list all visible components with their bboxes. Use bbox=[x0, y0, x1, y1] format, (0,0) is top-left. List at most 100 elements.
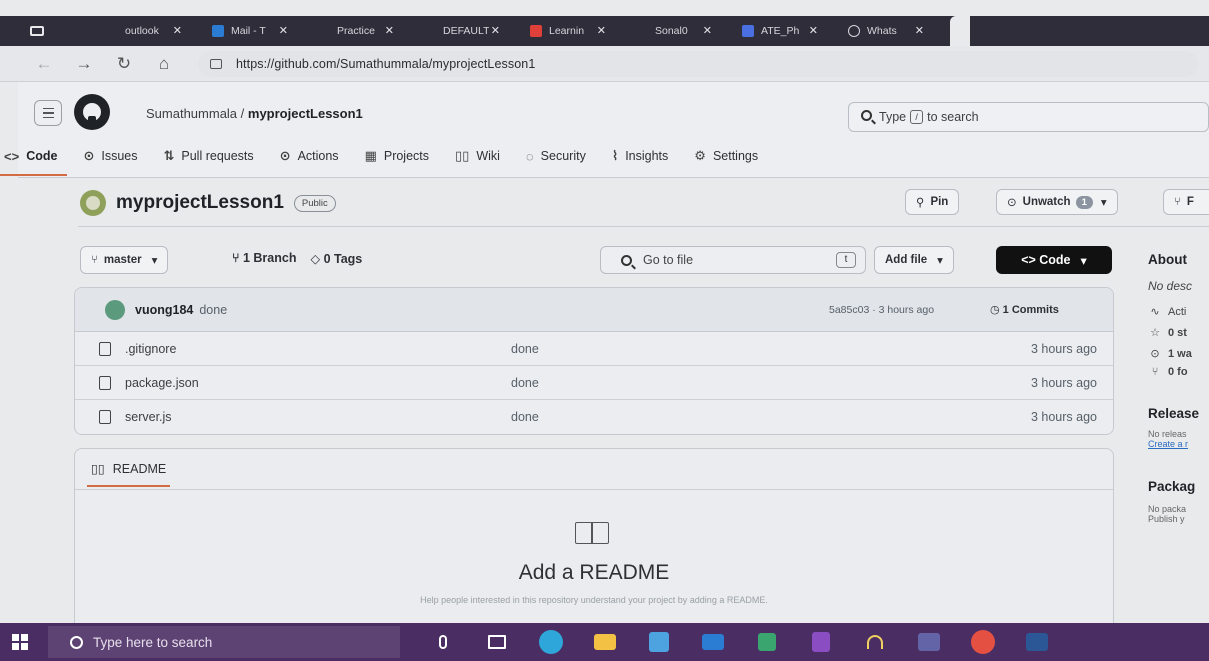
tab-actions[interactable]: ⊙ Actions bbox=[280, 144, 339, 168]
search-icon bbox=[861, 110, 872, 121]
browser-tab[interactable]: Mail - T ✕ bbox=[208, 16, 314, 46]
browser-tab[interactable]: ATE_Ph ✕ bbox=[738, 16, 844, 46]
active-browser-tab[interactable] bbox=[950, 16, 970, 46]
releases-heading[interactable]: Release bbox=[1148, 406, 1209, 421]
commits-link[interactable]: ◷ 1 Commits bbox=[990, 303, 1059, 316]
tab-issues[interactable]: ⊙ Issues bbox=[83, 144, 137, 168]
home-icon[interactable]: ⌂ bbox=[144, 54, 184, 74]
tab-projects[interactable]: ▦ Projects bbox=[365, 144, 429, 168]
refresh-icon[interactable]: ↻ bbox=[104, 54, 144, 74]
add-file-button[interactable]: Add file ▾ bbox=[874, 246, 954, 274]
app-icon[interactable] bbox=[740, 623, 794, 661]
file-commit-message[interactable]: done bbox=[511, 410, 539, 424]
browser-tab[interactable]: Learnin ✕ bbox=[526, 16, 632, 46]
onenote-icon[interactable] bbox=[794, 623, 848, 661]
store-icon[interactable] bbox=[632, 623, 686, 661]
browser-tab[interactable]: Practice ✕ bbox=[314, 16, 420, 46]
search-input[interactable]: Type / to search bbox=[848, 102, 1209, 132]
tab-pull-requests[interactable]: ⇅ Pull requests bbox=[163, 144, 253, 168]
close-icon[interactable]: ✕ bbox=[703, 24, 712, 37]
browser-tab[interactable]: outlook ✕ bbox=[102, 16, 208, 46]
file-commit-message[interactable]: done bbox=[511, 376, 539, 390]
microphone-icon[interactable] bbox=[416, 623, 470, 661]
file-explorer-icon[interactable] bbox=[578, 623, 632, 661]
close-icon[interactable]: ✕ bbox=[809, 24, 818, 37]
commit-author[interactable]: vuong184 bbox=[135, 303, 193, 317]
browser-tab[interactable]: Sonal0 ✕ bbox=[632, 16, 738, 46]
back-icon[interactable]: ← bbox=[24, 54, 64, 74]
headset-icon[interactable] bbox=[848, 623, 902, 661]
url-text[interactable]: https://github.com/Sumathummala/myprojec… bbox=[236, 57, 535, 71]
pin-button[interactable]: ⚲ Pin bbox=[905, 189, 960, 215]
eye-icon: ⊙ bbox=[1007, 197, 1017, 209]
browser-tab[interactable]: Whats ✕ bbox=[844, 16, 950, 46]
breadcrumb: Sumathummala / myprojectLesson1 bbox=[146, 106, 363, 121]
repo-link[interactable]: myprojectLesson1 bbox=[248, 106, 363, 121]
close-icon[interactable]: ✕ bbox=[385, 24, 394, 37]
task-view-icon[interactable] bbox=[470, 623, 524, 661]
goto-file-input[interactable]: Go to file bbox=[600, 246, 866, 274]
tab-actions-icon[interactable] bbox=[30, 26, 44, 36]
chevron-down-icon: ▾ bbox=[151, 255, 158, 267]
doc-icon bbox=[742, 25, 754, 37]
branch-icon: ⑂ bbox=[232, 251, 243, 265]
close-icon[interactable]: ✕ bbox=[915, 24, 924, 37]
tab-settings[interactable]: ⚙ Settings bbox=[694, 144, 758, 168]
stars-link[interactable]: ☆ 0 st bbox=[1148, 326, 1209, 340]
close-icon[interactable]: ✕ bbox=[279, 24, 288, 37]
create-release-link[interactable]: Create a r bbox=[1148, 439, 1209, 449]
no-description: No desc bbox=[1148, 279, 1193, 293]
close-icon[interactable]: ✕ bbox=[173, 24, 182, 37]
owner-link[interactable]: Sumathummala bbox=[146, 106, 237, 121]
menu-icon[interactable] bbox=[34, 100, 62, 126]
avatar[interactable] bbox=[105, 299, 125, 320]
github-logo-icon[interactable] bbox=[74, 94, 110, 130]
avatar[interactable] bbox=[80, 190, 106, 216]
tab-wiki[interactable]: ▯▯ Wiki bbox=[455, 144, 500, 168]
branch-select[interactable]: ⑂ master ▾ bbox=[80, 246, 169, 274]
edge-icon[interactable] bbox=[524, 623, 578, 661]
code-button[interactable]: <> Code ▾ bbox=[996, 246, 1112, 274]
table-row[interactable]: .gitignore done 3 hours ago bbox=[75, 332, 1113, 366]
unwatch-button[interactable]: ⊙ Unwatch 1 ▾ bbox=[996, 189, 1118, 215]
mail-icon[interactable] bbox=[686, 623, 740, 661]
file-icon bbox=[99, 375, 111, 390]
close-icon[interactable]: ✕ bbox=[491, 24, 500, 37]
taskbar-search-input[interactable]: Type here to search bbox=[48, 626, 400, 658]
tab-code[interactable]: <> Code bbox=[0, 144, 68, 176]
readme-tab[interactable]: ▯▯ README bbox=[86, 461, 171, 487]
packages-heading[interactable]: Packag bbox=[1148, 479, 1209, 494]
table-row[interactable]: package.json done 3 hours ago bbox=[75, 366, 1113, 400]
readme-subtitle: Help people interested in this repositor… bbox=[420, 595, 768, 605]
taskbar: Type here to search bbox=[0, 623, 1209, 661]
windows-start-icon[interactable] bbox=[12, 634, 28, 650]
commit-message[interactable]: done bbox=[199, 303, 227, 317]
browser-tab[interactable]: DEFAULT ✕ bbox=[420, 16, 526, 46]
file-name[interactable]: .gitignore bbox=[125, 342, 176, 356]
teams-icon[interactable] bbox=[902, 623, 956, 661]
tab-security[interactable]: ◌ Security bbox=[526, 144, 586, 168]
file-name[interactable]: package.json bbox=[125, 376, 199, 390]
visibility-badge: Public bbox=[293, 194, 336, 212]
table-row[interactable]: server.js done 3 hours ago bbox=[75, 400, 1113, 434]
file-commit-message[interactable]: done bbox=[511, 342, 539, 356]
no-packages: No packa bbox=[1148, 504, 1187, 514]
word-icon[interactable] bbox=[1010, 623, 1064, 661]
page-icon bbox=[424, 25, 436, 37]
url-field[interactable]: https://github.com/Sumathummala/myprojec… bbox=[198, 50, 1198, 77]
commit-hash[interactable]: 5a85c03 · 3 hours ago bbox=[829, 304, 934, 316]
forks-link[interactable]: ⑂ 0 fo bbox=[1148, 366, 1209, 378]
activity-link[interactable]: ∿ Acti bbox=[1148, 305, 1209, 319]
file-name[interactable]: server.js bbox=[125, 410, 172, 424]
gear-icon: ⚙ bbox=[694, 148, 706, 163]
latest-commit-row: vuong184 done 5a85c03 · 3 hours ago ◷ 1 … bbox=[75, 288, 1113, 332]
fork-button[interactable]: ⑂ F bbox=[1163, 189, 1209, 215]
tags-link[interactable]: ◇ 0 Tags bbox=[310, 251, 362, 266]
watching-link[interactable]: ⊙ 1 wa bbox=[1148, 347, 1209, 361]
forward-icon[interactable]: → bbox=[64, 54, 104, 74]
branches-link[interactable]: ⑂ 1 Branch bbox=[232, 251, 296, 266]
tab-insights[interactable]: ⌇ Insights bbox=[612, 144, 668, 168]
chrome-icon[interactable] bbox=[956, 623, 1010, 661]
close-icon[interactable]: ✕ bbox=[597, 24, 606, 37]
lock-icon[interactable] bbox=[210, 58, 222, 69]
